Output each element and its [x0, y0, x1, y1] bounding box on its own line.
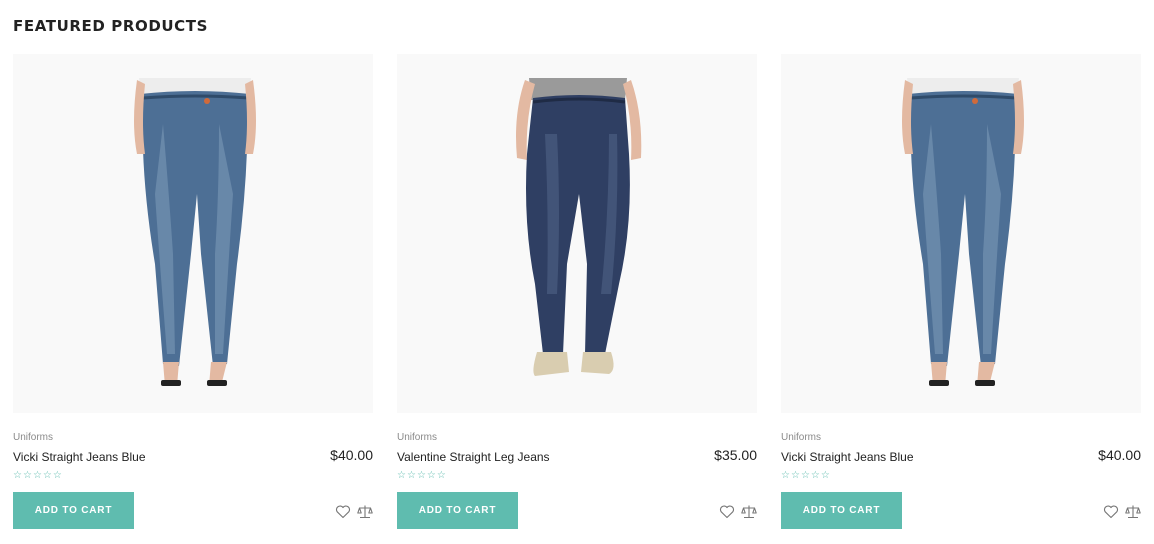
heart-icon[interactable] — [335, 504, 351, 519]
rating-stars: ☆ ☆ ☆ ☆ ☆ — [13, 471, 62, 481]
product-price: $35.00 — [714, 447, 757, 463]
add-to-cart-button[interactable]: ADD TO CART — [397, 492, 518, 529]
product-category[interactable]: Uniforms — [13, 432, 53, 443]
heart-icon[interactable] — [1103, 504, 1119, 519]
star-outline-icon: ☆ — [781, 470, 790, 481]
rating-stars: ☆ ☆ ☆ ☆ ☆ — [397, 471, 446, 481]
product-name-link[interactable]: Valentine Straight Leg Jeans — [397, 450, 550, 464]
product-image[interactable] — [397, 54, 757, 413]
product-card: Uniforms Valentine Straight Leg Jeans $3… — [397, 54, 757, 532]
product-price: $40.00 — [330, 447, 373, 463]
section-title: FEATURED PRODUCTS — [13, 17, 208, 35]
star-outline-icon: ☆ — [52, 470, 62, 481]
product-name-link[interactable]: Vicki Straight Jeans Blue — [13, 450, 146, 464]
star-outline-icon: ☆ — [436, 470, 446, 481]
star-outline-icon: ☆ — [800, 470, 810, 481]
star-outline-icon: ☆ — [820, 470, 830, 481]
star-outline-icon: ☆ — [397, 470, 406, 481]
product-price: $40.00 — [1098, 447, 1141, 463]
product-category[interactable]: Uniforms — [781, 432, 821, 443]
product-grid: Uniforms Vicki Straight Jeans Blue $40.0… — [13, 54, 1141, 534]
star-outline-icon: ☆ — [42, 470, 52, 481]
jeans-light-image — [781, 54, 1141, 413]
product-image[interactable] — [781, 54, 1141, 413]
scale-icon[interactable] — [1125, 504, 1141, 519]
star-outline-icon: ☆ — [810, 470, 820, 481]
scale-icon[interactable] — [741, 504, 757, 519]
scale-icon[interactable] — [357, 504, 373, 519]
star-outline-icon: ☆ — [426, 470, 436, 481]
product-category[interactable]: Uniforms — [397, 432, 437, 443]
heart-icon[interactable] — [719, 504, 735, 519]
add-to-cart-button[interactable]: ADD TO CART — [781, 492, 902, 529]
jeans-dark-image — [397, 54, 757, 413]
star-outline-icon: ☆ — [13, 470, 22, 481]
product-card: Uniforms Vicki Straight Jeans Blue $40.0… — [781, 54, 1141, 532]
jeans-light-image — [13, 54, 373, 413]
star-outline-icon: ☆ — [32, 470, 42, 481]
star-outline-icon: ☆ — [406, 470, 416, 481]
product-name-link[interactable]: Vicki Straight Jeans Blue — [781, 450, 914, 464]
star-outline-icon: ☆ — [416, 470, 426, 481]
product-card: Uniforms Vicki Straight Jeans Blue $40.0… — [13, 54, 373, 532]
star-outline-icon: ☆ — [790, 470, 800, 481]
rating-stars: ☆ ☆ ☆ ☆ ☆ — [781, 471, 830, 481]
product-image[interactable] — [13, 54, 373, 413]
add-to-cart-button[interactable]: ADD TO CART — [13, 492, 134, 529]
star-outline-icon: ☆ — [22, 470, 32, 481]
